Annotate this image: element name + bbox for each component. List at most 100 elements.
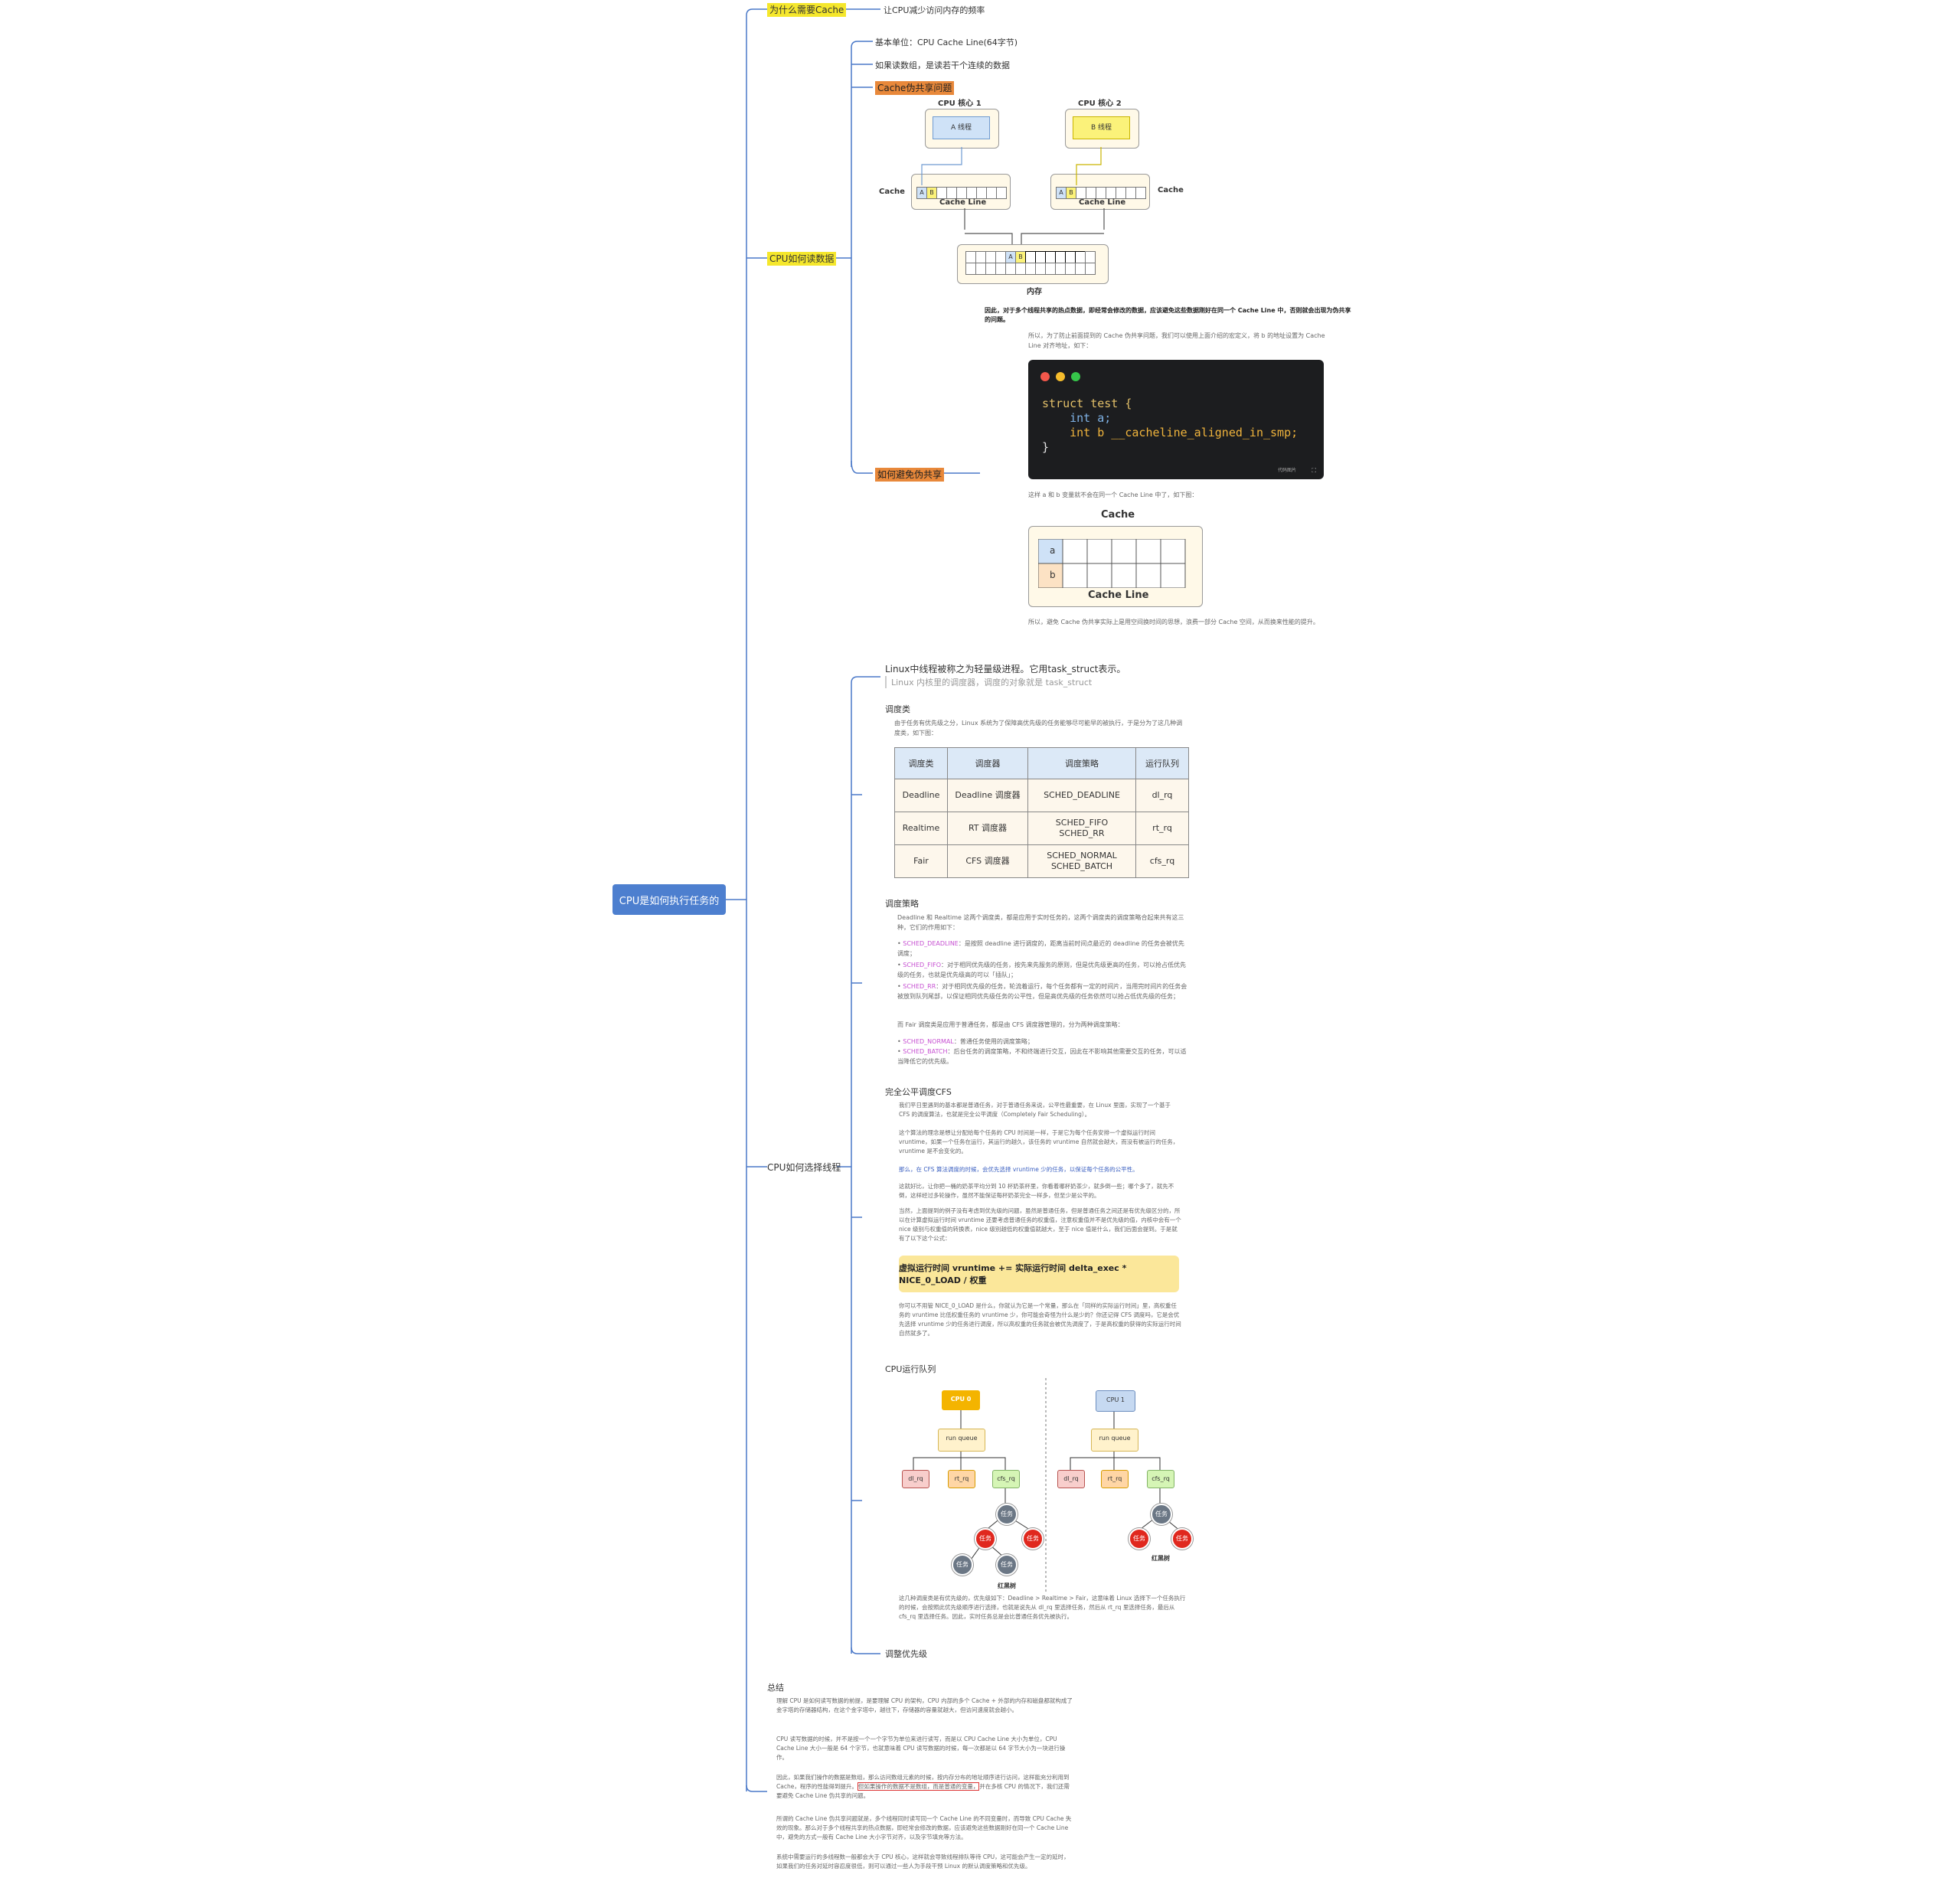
vruntime-formula: 虚拟运行时间 vruntime += 实际运行时间 delta_exec * N… xyxy=(899,1256,1179,1292)
table-row: Fair CFS 调度器 SCHED_NORMAL SCHED_BATCH cf… xyxy=(894,844,1189,878)
rbtree-node: 任务 xyxy=(996,1504,1018,1525)
topic-why-cache[interactable]: 为什么需要Cache xyxy=(767,3,847,17)
sched-class-title[interactable]: 调度类 xyxy=(885,703,910,715)
summary-p3: 因此，如果我们操作的数据是数组，那么访问数组元素的时候，按内存分布的地址顺序进行… xyxy=(776,1774,1070,1799)
topic-cpu-read-data-label: CPU如何读数据 xyxy=(767,252,837,266)
cell-a: A xyxy=(1005,251,1016,263)
memory-cells-row2 xyxy=(965,263,1096,277)
adjust-priority[interactable]: 调整优先级 xyxy=(885,1648,927,1660)
avoid-after: 这样 a 和 b 变量就不会在同一个 Cache Line 中了，如下图： xyxy=(1028,492,1198,498)
summary-highlight: 但如果操作的数据不是数组，而是普通的变量， xyxy=(857,1782,980,1791)
cfs-p6: 你可以不用管 NICE_0_LOAD 是什么，你就认为它是一个常量，那么在「同样… xyxy=(899,1302,1181,1337)
cell-b: B xyxy=(1015,251,1026,263)
table-cell: SCHED_FIFO SCHED_RR xyxy=(1027,812,1136,845)
header-cell: 调度器 xyxy=(947,747,1028,779)
table-row: Realtime RT 调度器 SCHED_FIFO SCHED_RR rt_r… xyxy=(894,812,1189,845)
code-text: struct test { int a; int b __cacheline_a… xyxy=(1042,397,1298,454)
summary-p1: 理解 CPU 是如何读写数据的前提，是要理解 CPU 的架构，CPU 内部的多个… xyxy=(776,1697,1073,1713)
table-cell: SCHED_DEADLINE xyxy=(1027,779,1136,812)
rbtree-node: 任务 xyxy=(975,1528,996,1550)
list-item: • SCHED_RR：对于相同优先级的任务，轮流着运行，每个任务都有一定的时间片… xyxy=(897,983,1187,1000)
list-item: • SCHED_FIFO：对于相同优先级的任务，按先来先服务的原则，但是优先级更… xyxy=(897,962,1187,978)
core2-label: CPU 核心 2 xyxy=(1078,100,1122,108)
cpu1-node: CPU 1 xyxy=(1096,1390,1135,1412)
thread-a: A 线程 xyxy=(933,116,990,139)
cpu0-dl-rq: dl_rq xyxy=(902,1470,929,1488)
aligned-cache-grid xyxy=(1038,539,1186,588)
table-cell: Deadline 调度器 xyxy=(947,779,1028,812)
cpu1-cfs-rq: cfs_rq xyxy=(1147,1470,1174,1488)
cfs-p1: 我们平日里遇到的基本都是普通任务，对于普通任务来说，公平性最重要，在 Linux… xyxy=(899,1102,1171,1118)
summary-p5: 系统中需要运行的多线程数一般都会大于 CPU 核心，这样就会导致线程排队等待 C… xyxy=(776,1853,1070,1870)
thread-intro[interactable]: Linux中线程被称之为轻量级进程。它用task_struct表示。 xyxy=(885,662,1125,675)
table-cell: Realtime xyxy=(894,812,948,845)
topic-cpu-select-thread[interactable]: CPU如何选择线程 xyxy=(767,1161,841,1174)
table-row: Deadline Deadline 调度器 SCHED_DEADLINE dl_… xyxy=(894,779,1189,812)
false-sharing-conclusion: 因此，对于多个线程共享的热点数据，即经常会修改的数据，应该避免这些数据刚好在同一… xyxy=(985,307,1351,323)
rbtree-node: 任务 xyxy=(1129,1528,1150,1550)
table-cell: cfs_rq xyxy=(1135,844,1189,878)
cpu1-dl-rq: dl_rq xyxy=(1057,1470,1085,1488)
runqueue-title[interactable]: CPU运行队列 xyxy=(885,1363,936,1375)
list-item: • SCHED_NORMAL：普通任务使用的调度策略； xyxy=(897,1038,1034,1045)
rbtree-node: 任务 xyxy=(1151,1504,1172,1525)
cpu0-runqueue-node: run queue xyxy=(938,1429,985,1452)
cache-left-label: Cache xyxy=(879,188,905,196)
table-header-row: 调度类 调度器 调度策略 运行队列 xyxy=(894,747,1189,779)
runqueue-desc: 这几种调度类是有优先级的，优先级如下：Deadline > Realtime >… xyxy=(899,1595,1186,1620)
thread-b: B 线程 xyxy=(1073,116,1130,139)
fair-list: • SCHED_NORMAL：普通任务使用的调度策略； • SCHED_BATC… xyxy=(897,1037,1188,1066)
list-item: • SCHED_DEADLINE：是按照 deadline 进行调度的，距离当前… xyxy=(897,940,1184,957)
aligned-cache-line-label: Cache Line xyxy=(1088,589,1149,601)
sched-policy-title[interactable]: 调度策略 xyxy=(885,897,919,910)
topic-cpu-read-data[interactable]: CPU如何读数据 xyxy=(767,252,837,266)
sched-policy-list: • SCHED_DEADLINE：是按照 deadline 进行调度的，距离当前… xyxy=(897,939,1188,1001)
memory-label: 内存 xyxy=(1027,288,1042,296)
header-cell: 运行队列 xyxy=(1135,747,1189,779)
cpu1-rt-rq: rt_rq xyxy=(1101,1470,1129,1488)
root-topic[interactable]: CPU是如何执行任务的 xyxy=(612,884,726,915)
summary-title[interactable]: 总结 xyxy=(767,1681,784,1693)
table-cell: RT 调度器 xyxy=(947,812,1028,845)
false-sharing-arrows xyxy=(921,147,1105,244)
table-cell: rt_rq xyxy=(1135,812,1189,845)
rbtree-label-cpu1: 红黑树 xyxy=(1152,1555,1170,1562)
code-expand-icon[interactable]: ⛶ xyxy=(1312,467,1316,475)
sched-policy-desc: Deadline 和 Realtime 这两个调度类，都是应用于实时任务的，这两… xyxy=(897,914,1184,931)
aligned-cache-title: Cache xyxy=(1101,509,1135,521)
leaf-reduce-memory-access[interactable]: 让CPU减少访问内存的频率 xyxy=(884,4,985,16)
fair-desc: 而 Fair 调度类是应用于普通任务，都是由 CFS 调度器管理的，分为两种调度… xyxy=(897,1021,1124,1028)
topic-avoid-false-sharing[interactable]: 如何避免伪共享 xyxy=(875,468,945,482)
header-cell: 调度策略 xyxy=(1027,747,1136,779)
avoid-footer: 所以，避免 Cache 伪共享实际上是用空间换时间的思想，浪费一部分 Cache… xyxy=(1028,619,1319,625)
rbtree-node: 任务 xyxy=(952,1554,973,1576)
cfs-p2: 这个算法的理念是想让分配给每个任务的 CPU 时间是一样，于是它为每个任务安排一… xyxy=(899,1129,1179,1154)
leaf-read-array[interactable]: 如果读数组，是读若干个连续的数据 xyxy=(875,59,1010,71)
table-cell: CFS 调度器 xyxy=(947,844,1028,878)
code-block: struct test { int a; int b __cacheline_a… xyxy=(1028,360,1324,479)
list-item: • SCHED_BATCH：后台任务的调度策略，不和终端进行交互，因此在不影响其… xyxy=(897,1048,1187,1065)
aligned-cache-box: a b Cache Line xyxy=(1028,526,1203,607)
topic-avoid-false-sharing-label: 如何避免伪共享 xyxy=(875,468,945,482)
cpu0-node: CPU 0 xyxy=(942,1390,980,1410)
core1-label: CPU 核心 1 xyxy=(938,100,982,108)
aligned-cell-b: b xyxy=(1050,570,1056,580)
topic-why-cache-label: 为什么需要Cache xyxy=(767,3,847,17)
header-cell: 调度类 xyxy=(894,747,948,779)
cfs-p4: 这就好比，让你把一桶的奶茶平均分到 10 杯奶茶杯里，你看着哪杯奶茶少，就多倒一… xyxy=(899,1183,1174,1199)
topic-false-sharing-label: Cache伪共享问题 xyxy=(875,81,955,95)
thread-quote: Linux 内核里的调度器，调度的对象就是 task_struct xyxy=(885,676,1092,688)
table-cell: Fair xyxy=(894,844,948,878)
summary-p4: 所谓的 Cache Line 伪共享问题就是，多个线程同时读写同一个 Cache… xyxy=(776,1815,1072,1840)
table-cell: dl_rq xyxy=(1135,779,1189,812)
rbtree-node: 任务 xyxy=(996,1554,1018,1576)
leaf-cache-line-unit[interactable]: 基本单位：CPU Cache Line(64字节) xyxy=(875,36,1018,48)
cfs-title[interactable]: 完全公平调度CFS xyxy=(885,1086,952,1098)
cpu0-rt-rq: rt_rq xyxy=(948,1470,975,1488)
rbtree-label-cpu0: 红黑树 xyxy=(998,1582,1016,1589)
cpu1-runqueue-node: run queue xyxy=(1091,1429,1138,1452)
cpu0-cfs-rq: cfs_rq xyxy=(992,1470,1020,1488)
sched-class-desc: 由于任务有优先级之分，Linux 系统为了保障高优先级的任务能够尽可能早的被执行… xyxy=(894,720,1183,736)
cfs-p5: 当然，上面提到的例子没有考虑到优先级的问题，虽然是普通任务，但是普通任务之间还是… xyxy=(899,1207,1181,1242)
topic-false-sharing[interactable]: Cache伪共享问题 xyxy=(875,81,955,95)
